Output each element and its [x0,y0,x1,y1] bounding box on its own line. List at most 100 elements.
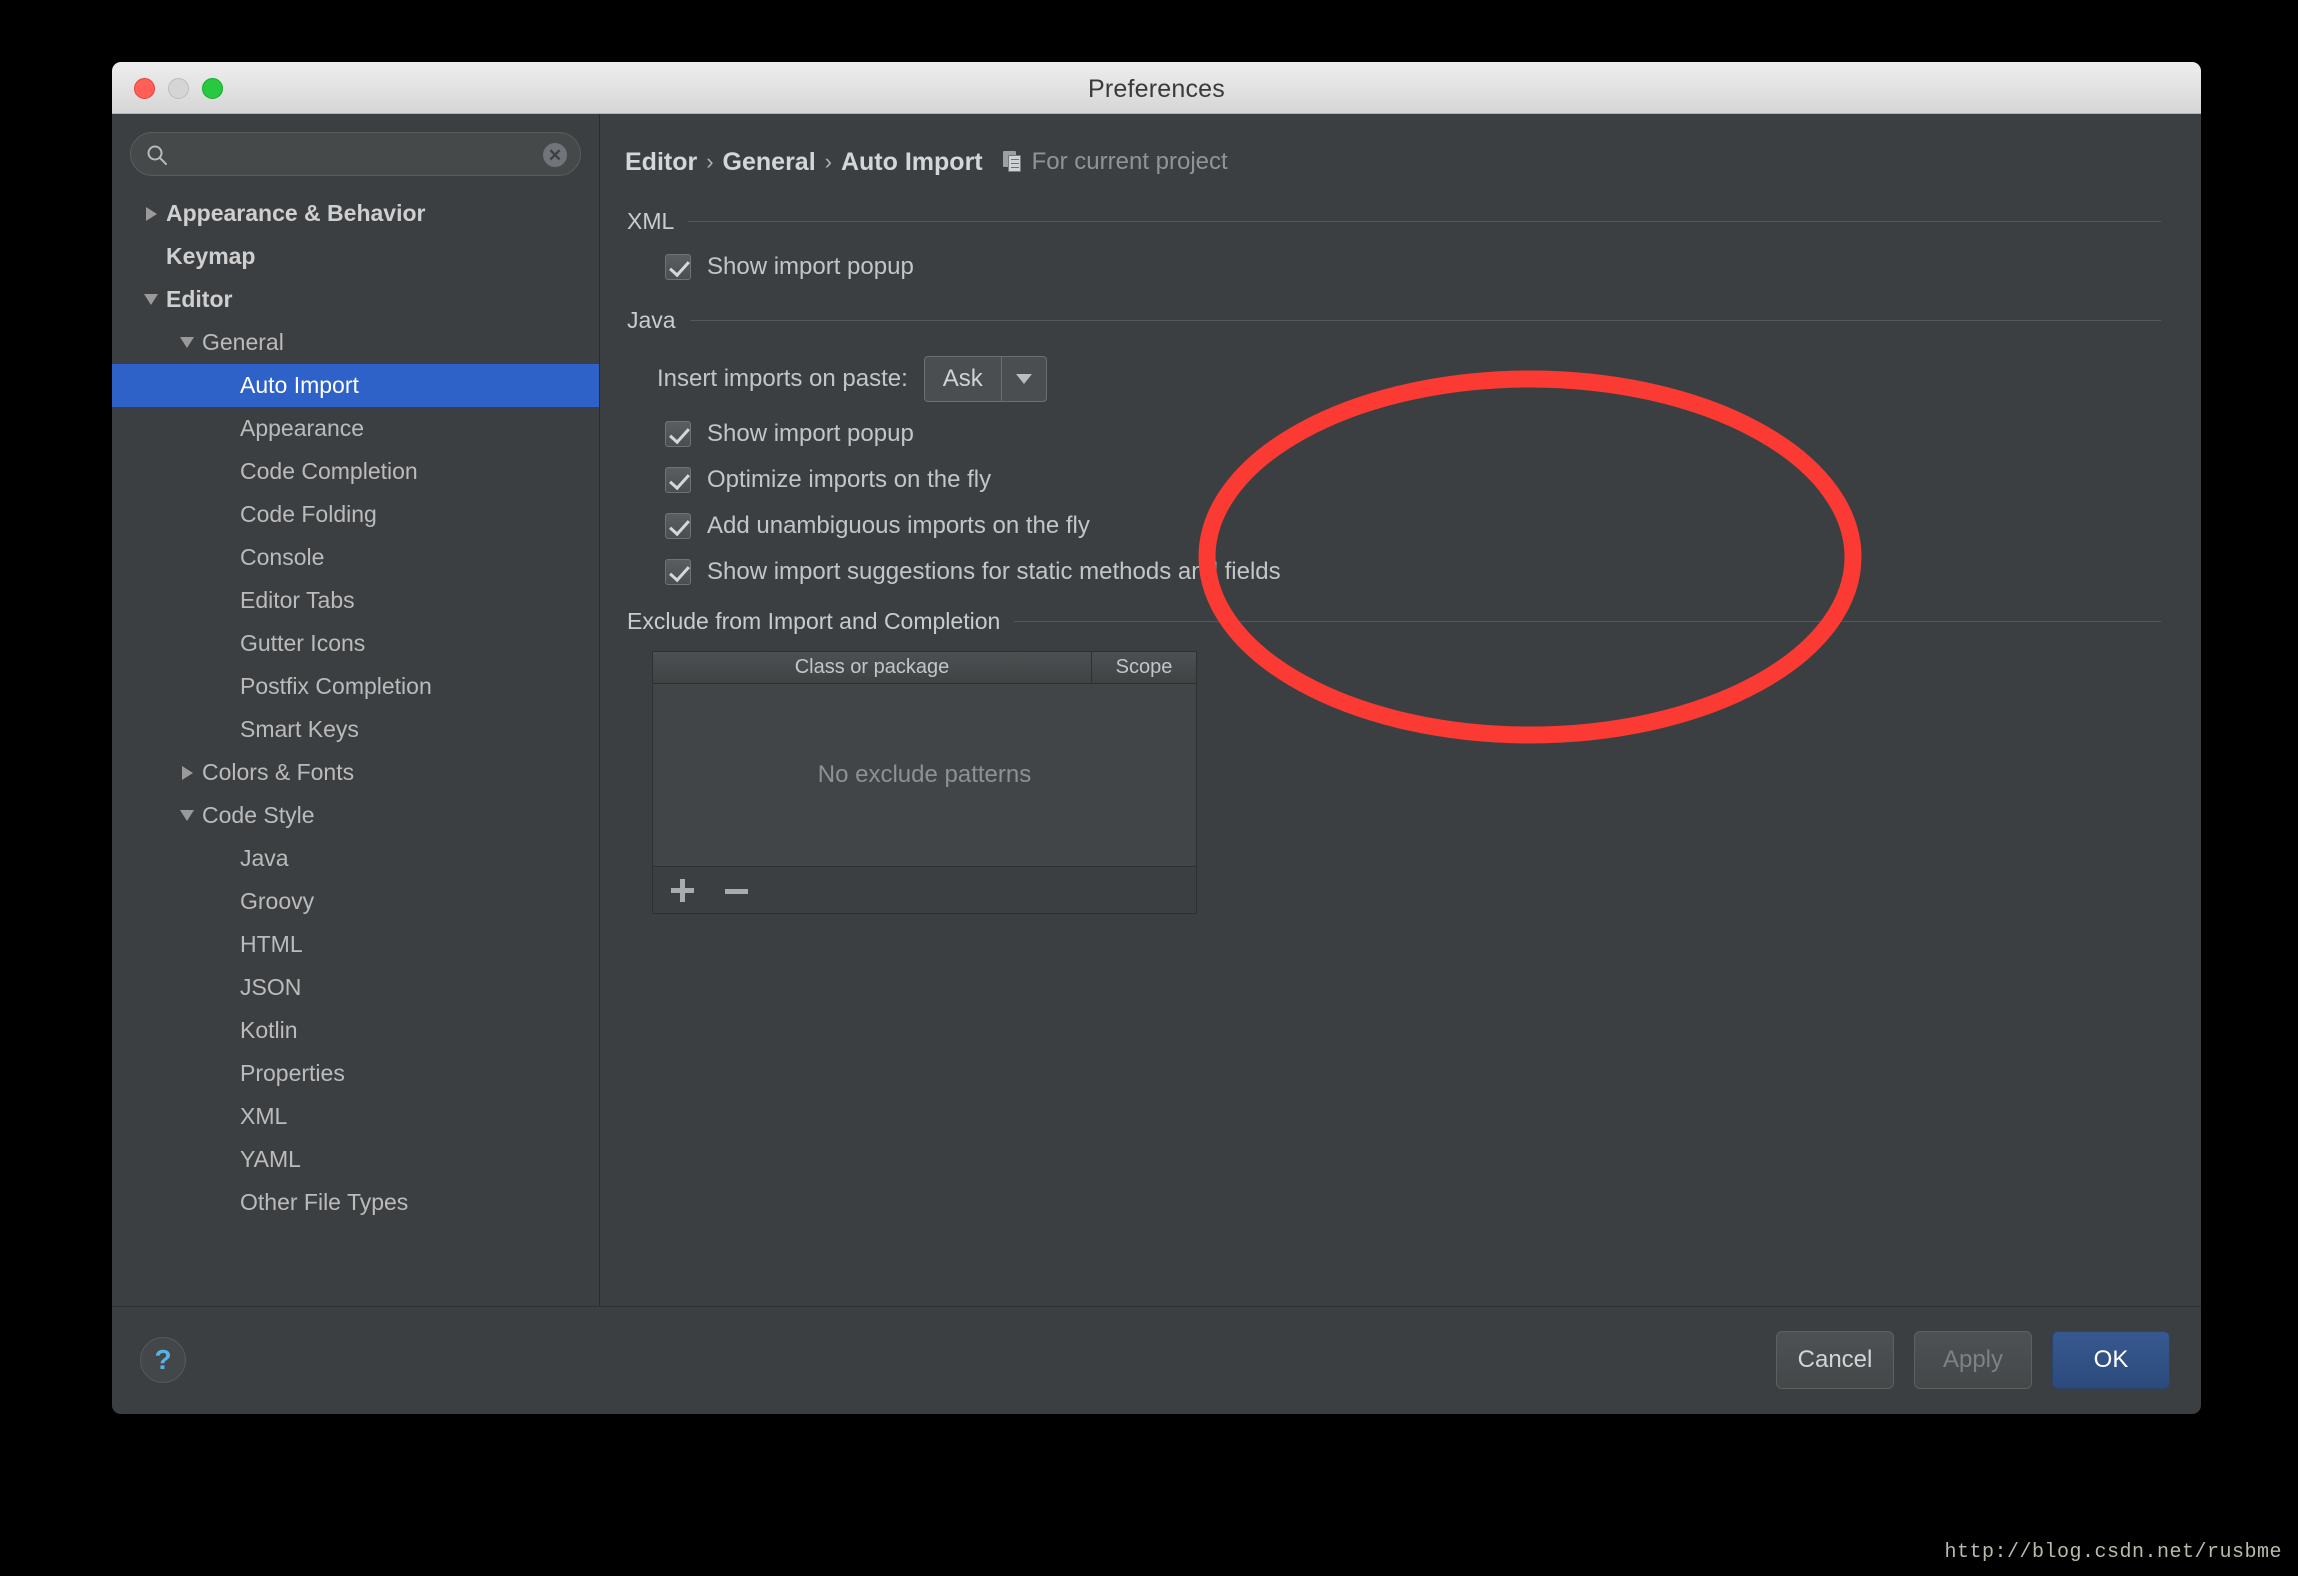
sidebar-item-code-style[interactable]: Code Style [112,794,599,837]
java-optimize-imports-checkbox[interactable] [665,467,691,493]
column-header-class-or-package[interactable]: Class or package [653,652,1092,683]
sidebar-item-keymap[interactable]: Keymap [112,235,599,278]
preferences-window: Preferences ✕ Appearance & Behavior Keym… [112,62,2201,1414]
sidebar-item-label: Kotlin [240,1017,298,1043]
sidebar-item-label: General [202,329,284,355]
sidebar-item-appearance-behavior[interactable]: Appearance & Behavior [112,192,599,235]
cancel-button[interactable]: Cancel [1776,1331,1894,1389]
xml-section-title: XML [627,208,675,234]
remove-exclude-pattern-icon[interactable] [721,875,751,905]
search-input[interactable] [131,142,580,166]
window-title: Preferences [1088,75,1225,103]
chevron-down-icon[interactable] [174,810,200,821]
sidebar-item-editor-tabs[interactable]: Editor Tabs [112,579,599,622]
xml-show-import-popup-label: Show import popup [707,253,914,280]
sidebar-item-yaml[interactable]: YAML [112,1138,599,1181]
sidebar-item-postfix-completion[interactable]: Postfix Completion [112,665,599,708]
sidebar-item-label: Keymap [166,243,256,269]
java-section-header: Java [625,307,2161,334]
sidebar-item-general[interactable]: General [112,321,599,364]
java-static-import-suggestions-checkbox[interactable] [665,559,691,585]
sidebar-item-code-folding[interactable]: Code Folding [112,493,599,536]
sidebar-item-label: Editor Tabs [240,587,355,613]
chevron-down-icon[interactable] [1002,357,1046,401]
sidebar-item-html[interactable]: HTML [112,923,599,966]
settings-sidebar: ✕ Appearance & Behavior Keymap Editor Gener… [112,114,600,1306]
xml-show-import-popup-checkbox[interactable] [665,254,691,280]
sidebar-item-label: Java [240,845,289,871]
sidebar-item-other-file-types[interactable]: Other File Types [112,1181,599,1224]
sidebar-search-container: ✕ [112,114,599,188]
sidebar-item-code-completion[interactable]: Code Completion [112,450,599,493]
sidebar-item-appearance[interactable]: Appearance [112,407,599,450]
search-box[interactable]: ✕ [130,132,581,176]
chevron-down-icon[interactable] [138,294,164,305]
section-divider [689,320,2161,321]
sidebar-item-label: Appearance [240,415,365,441]
sidebar-item-label: Properties [240,1060,345,1086]
breadcrumb-separator: › [824,149,832,174]
sidebar-item-label: Groovy [240,888,315,914]
sidebar-item-gutter-icons[interactable]: Gutter Icons [112,622,599,665]
sidebar-item-xml[interactable]: XML [112,1095,599,1138]
scope-note: For current project [1002,148,1228,176]
breadcrumb-crumb-general[interactable]: General [723,148,816,177]
java-optimize-imports-label: Optimize imports on the fly [707,466,992,493]
xml-section: XML Show import popup [625,208,2161,281]
sidebar-item-editor[interactable]: Editor [112,278,599,321]
settings-tree: Appearance & Behavior Keymap Editor General… [112,188,599,1306]
sidebar-item-groovy[interactable]: Groovy [112,880,599,923]
java-section-title: Java [627,307,676,333]
java-show-import-popup-checkbox[interactable] [665,421,691,447]
chevron-down-icon[interactable] [174,337,200,348]
sidebar-item-label: Appearance & Behavior [166,200,426,226]
search-icon [146,144,168,166]
sidebar-item-label: XML [240,1103,288,1129]
sidebar-item-java[interactable]: Java [112,837,599,880]
sidebar-item-label: Colors & Fonts [202,759,355,785]
sidebar-item-label: Code Completion [240,458,418,484]
chevron-right-icon[interactable] [174,765,200,780]
sidebar-item-console[interactable]: Console [112,536,599,579]
sidebar-item-auto-import[interactable]: Auto Import [112,364,599,407]
screen-root: Preferences ✕ Appearance & Behavior Keym… [0,0,2298,1576]
add-exclude-pattern-icon[interactable] [667,875,697,905]
sidebar-item-properties[interactable]: Properties [112,1052,599,1095]
apply-button: Apply [1914,1331,2032,1389]
sidebar-item-label: YAML [240,1146,301,1172]
exclude-patterns-table: Class or package Scope No exclude patter… [652,651,1197,914]
chevron-right-icon[interactable] [138,206,164,221]
java-optimize-imports-row[interactable]: Optimize imports on the fly [665,466,2161,494]
section-divider [1014,621,2161,622]
sidebar-item-json[interactable]: JSON [112,966,599,1009]
scope-note-label: For current project [1031,148,1228,175]
java-static-import-suggestions-row[interactable]: Show import suggestions for static metho… [665,558,2161,586]
column-header-scope[interactable]: Scope [1092,652,1196,683]
sidebar-item-label: Code Style [202,802,315,828]
help-button[interactable]: ? [140,1337,186,1383]
ok-button[interactable]: OK [2052,1331,2170,1389]
clear-search-icon[interactable]: ✕ [543,143,567,167]
sidebar-item-kotlin[interactable]: Kotlin [112,1009,599,1052]
sidebar-item-label: HTML [240,931,303,957]
watermark: http://blog.csdn.net/rusbme [1944,1541,2282,1564]
sidebar-item-smart-keys[interactable]: Smart Keys [112,708,599,751]
sidebar-item-label: Console [240,544,325,570]
java-show-import-popup-row[interactable]: Show import popup [665,420,2161,448]
xml-show-import-popup-row[interactable]: Show import popup [665,253,2161,281]
sidebar-item-colors-fonts[interactable]: Colors & Fonts [112,751,599,794]
section-divider [688,221,2161,222]
project-scope-icon [1002,151,1023,173]
breadcrumb-crumb-editor[interactable]: Editor [625,148,697,177]
java-add-unambiguous-imports-checkbox[interactable] [665,513,691,539]
breadcrumb-separator: › [706,149,714,174]
exclude-table-body[interactable]: No exclude patterns [653,684,1196,866]
sidebar-item-label: Smart Keys [240,716,359,742]
window-titlebar: Preferences [112,62,2201,114]
java-show-import-popup-label: Show import popup [707,420,914,447]
sidebar-item-label: Code Folding [240,501,377,527]
insert-imports-on-paste-dropdown[interactable]: Ask [923,356,1047,402]
java-section: Java Insert imports on paste: Ask Show i… [625,307,2161,586]
dialog-footer: ? Cancel Apply OK [112,1306,2201,1413]
java-add-unambiguous-imports-row[interactable]: Add unambiguous imports on the fly [665,512,2161,540]
